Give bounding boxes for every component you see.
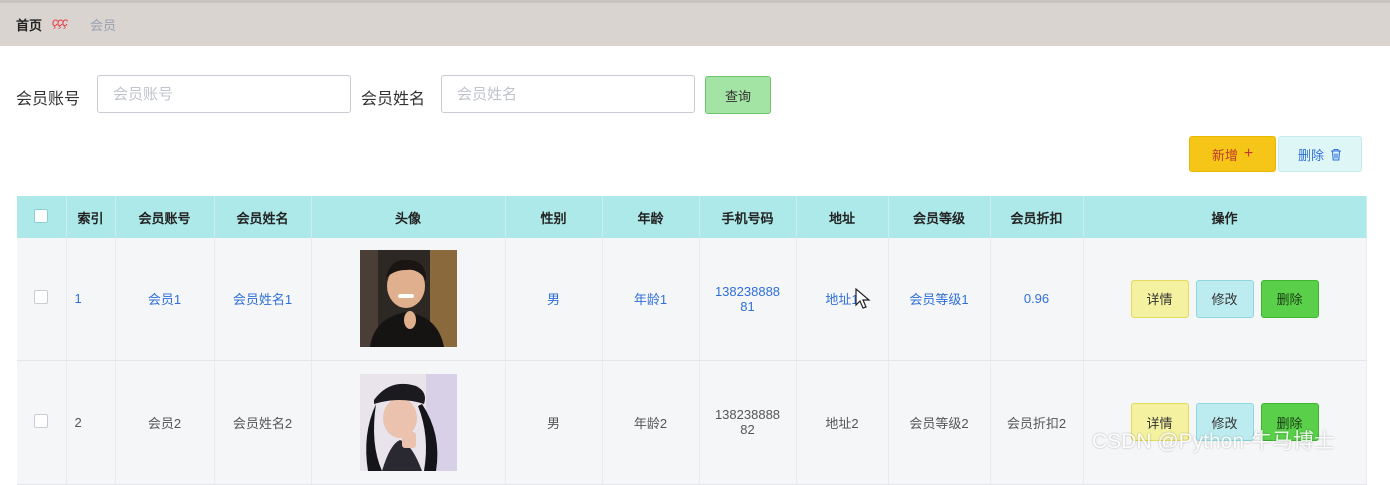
- batch-delete-button[interactable]: 删除: [1278, 136, 1362, 172]
- row-phone: 138238888 82: [699, 360, 797, 485]
- table-header: 索引 会员账号 会员姓名 头像 性别 年龄 手机号码 地址 会员等级 会员折扣 …: [17, 196, 1367, 238]
- row-actions: 详情 修改 删除: [1083, 360, 1367, 485]
- breadcrumb-home[interactable]: 首页: [16, 15, 42, 34]
- col-actions: 操作: [1083, 196, 1367, 238]
- col-name: 会员姓名: [214, 196, 312, 238]
- row-name: 会员姓名2: [214, 360, 312, 485]
- col-phone: 手机号码: [699, 196, 797, 238]
- delete-label: 删除: [1297, 147, 1324, 163]
- account-search-input[interactable]: [97, 75, 351, 113]
- detail-button[interactable]: 详情: [1130, 279, 1189, 318]
- breadcrumb-current: 会员: [90, 18, 117, 33]
- row-account: 会员1: [115, 238, 215, 361]
- add-button[interactable]: 新增 +: [1189, 136, 1276, 172]
- breadcrumb-bar: 首页 ççç 会员: [0, 0, 1390, 46]
- trash-icon: [1331, 148, 1341, 161]
- watermark: CSDN @Python-牛马博士: [1092, 430, 1336, 453]
- table-row: 2 会员2 会员姓名2 男 年龄2 138238888 82 地址2 会员等级2…: [17, 360, 1367, 485]
- row-gender: 男: [505, 360, 603, 485]
- col-index: 索引: [66, 196, 116, 238]
- breadcrumb-separator: ççç: [52, 15, 68, 29]
- row-phone: 138238888 81: [699, 238, 797, 361]
- row-name: 会员姓名1: [214, 238, 312, 361]
- row-address: 地址2: [796, 360, 889, 485]
- mouse-cursor-icon: [855, 288, 871, 309]
- avatar-cell: [311, 238, 506, 361]
- name-search-input[interactable]: [441, 75, 695, 113]
- row-discount: 0.96: [990, 238, 1084, 361]
- avatar: [359, 373, 457, 471]
- row-phone-line1: 138238888: [714, 407, 781, 422]
- table-row: 1 会员1 会员姓名1 男 年龄1 138238888 81 地址1 会员等级1…: [17, 238, 1367, 361]
- row-account: 会员2: [115, 360, 215, 485]
- edit-button[interactable]: 修改: [1195, 279, 1254, 318]
- row-index: 2: [66, 360, 116, 485]
- row-actions: 详情 修改 删除: [1083, 238, 1367, 361]
- row-select-cell: [17, 238, 67, 361]
- row-phone-line1: 138238888: [714, 283, 781, 299]
- col-age: 年龄: [602, 196, 700, 238]
- col-account: 会员账号: [115, 196, 215, 238]
- row-address: 地址1: [796, 238, 889, 361]
- delete-button[interactable]: 删除: [1260, 279, 1319, 318]
- row-age: 年龄1: [602, 238, 700, 361]
- row-checkbox[interactable]: [34, 290, 49, 305]
- row-discount: 会员折扣2: [990, 360, 1084, 485]
- col-gender: 性别: [505, 196, 603, 238]
- row-select-cell: [17, 360, 67, 485]
- col-avatar: 头像: [311, 196, 506, 238]
- col-discount: 会员折扣: [990, 196, 1084, 238]
- plus-icon: +: [1243, 145, 1254, 162]
- query-button[interactable]: 查询: [705, 76, 771, 114]
- row-level: 会员等级1: [888, 238, 991, 361]
- account-label: 会员账号: [16, 91, 81, 108]
- row-checkbox[interactable]: [34, 413, 49, 428]
- row-age: 年龄2: [602, 360, 700, 485]
- row-gender: 男: [505, 238, 603, 361]
- row-index: 1: [66, 238, 116, 361]
- add-label: 新增: [1211, 147, 1238, 163]
- col-address: 地址: [796, 196, 889, 238]
- name-label: 会员姓名: [361, 91, 426, 108]
- select-all-cell: [17, 196, 67, 238]
- row-phone-line2: 82: [740, 422, 755, 437]
- col-level: 会员等级: [888, 196, 991, 238]
- avatar: [359, 250, 457, 348]
- select-all-checkbox[interactable]: [34, 208, 49, 223]
- avatar-cell: [311, 360, 506, 485]
- row-phone-line2: 81: [740, 298, 755, 314]
- row-level: 会员等级2: [888, 360, 991, 485]
